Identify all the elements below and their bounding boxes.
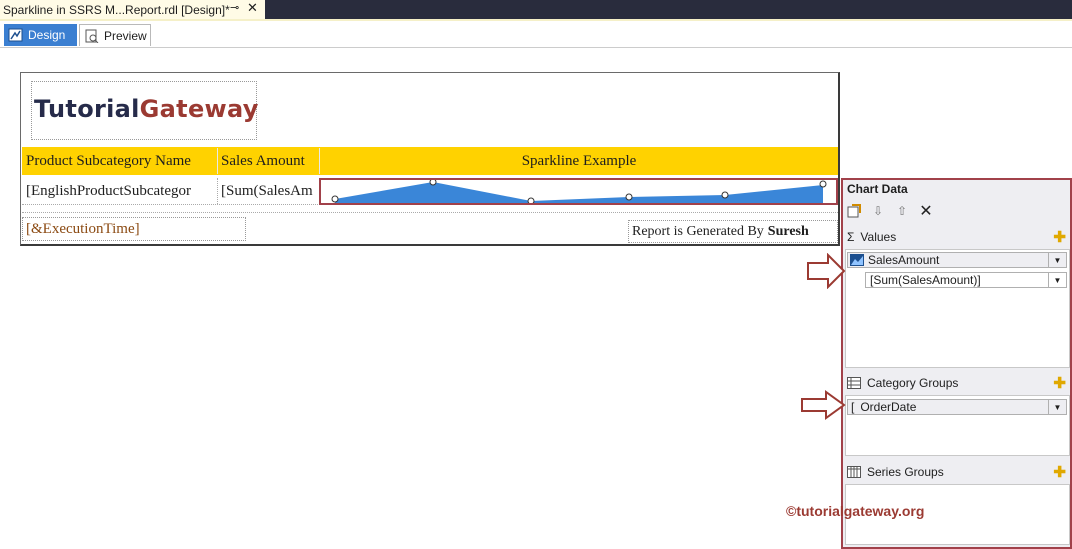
- design-icon: [8, 28, 23, 42]
- add-value-icon[interactable]: ✚: [1053, 228, 1066, 246]
- tab-design-label: Design: [28, 28, 66, 42]
- series-expression-dropdown[interactable]: [Sum(SalesAmount)] ▼: [865, 272, 1067, 288]
- move-up-icon[interactable]: ⇧: [894, 203, 910, 219]
- values-label: Values: [860, 230, 897, 244]
- right-arrow-icon: [807, 253, 846, 289]
- close-icon[interactable]: ✕: [247, 0, 258, 16]
- series-name: SalesAmount: [868, 253, 940, 267]
- series-expression: [Sum(SalesAmount)]: [870, 273, 981, 287]
- tutorial-gateway-logo: TutorialGateway: [34, 95, 259, 123]
- preview-icon: [85, 29, 99, 43]
- tab-design[interactable]: Design: [4, 24, 77, 46]
- area-chart-icon: [850, 254, 864, 266]
- generated-by-label: Report is Generated By: [632, 223, 764, 239]
- move-down-icon[interactable]: ⇩: [870, 203, 886, 219]
- tab-preview[interactable]: Preview: [79, 24, 151, 46]
- series-groups-label: Series Groups: [867, 465, 944, 479]
- chevron-down-icon[interactable]: ▼: [1048, 253, 1066, 267]
- document-tab[interactable]: Sparkline in SSRS M...Report.rdl [Design…: [0, 0, 265, 19]
- header-product-subcategory[interactable]: Product Subcategory Name: [24, 148, 218, 174]
- cell-product-subcategory[interactable]: [EnglishProductSubcategor: [24, 178, 218, 204]
- grid-icon: [847, 377, 861, 389]
- add-series-group-icon[interactable]: ✚: [1053, 463, 1066, 481]
- series-groups-header: Series Groups: [847, 465, 944, 479]
- category-groups-header: Category Groups: [847, 376, 958, 390]
- sparkline-point: [819, 180, 827, 188]
- cell-sales-amount[interactable]: [Sum(SalesAm: [219, 178, 319, 204]
- generated-by-name: Suresh: [767, 223, 809, 239]
- pin-icon[interactable]: ⊸: [230, 1, 239, 14]
- series-values-dropdown[interactable]: SalesAmount ▼: [847, 252, 1067, 268]
- sparkline-point: [331, 195, 339, 203]
- values-section-header: Σ Values: [847, 230, 1067, 244]
- watermark: ©tutorialgateway.org: [786, 503, 925, 519]
- row-separator: [22, 212, 838, 213]
- grid-columns-icon: [847, 466, 861, 478]
- chart-data-title: Chart Data: [847, 182, 908, 196]
- sparkline-chart: [331, 178, 827, 205]
- sparkline-point: [527, 197, 535, 205]
- sparkline-cell[interactable]: [319, 178, 838, 205]
- sigma-icon: Σ: [847, 230, 855, 244]
- chevron-down-icon[interactable]: ▼: [1048, 400, 1066, 414]
- right-arrow-icon: [801, 390, 846, 420]
- category-groups-label: Category Groups: [867, 376, 959, 390]
- sparkline-point: [625, 193, 633, 201]
- tab-preview-label: Preview: [104, 28, 147, 43]
- sparkline-point: [721, 191, 729, 199]
- document-tab-title: Sparkline in SSRS M...Report.rdl [Design…: [3, 2, 230, 17]
- execution-time-textbox[interactable]: [&ExecutionTime]: [22, 217, 246, 241]
- chevron-down-icon[interactable]: ▼: [1048, 273, 1066, 287]
- header-sparkline-example[interactable]: Sparkline Example: [321, 148, 837, 174]
- chart-data-toolbar: ⇩ ⇧ ✕: [846, 203, 934, 220]
- add-category-icon[interactable]: ✚: [1053, 374, 1066, 392]
- generated-by-textbox[interactable]: Report is Generated By Suresh: [628, 220, 838, 243]
- sparkline-point: [429, 178, 437, 186]
- group-bracket-icon: [: [851, 400, 855, 414]
- header-sales-amount[interactable]: Sales Amount: [219, 148, 320, 174]
- delete-icon[interactable]: ✕: [918, 203, 934, 220]
- category-group-dropdown[interactable]: [ OrderDate ▼: [847, 399, 1067, 415]
- category-group-name: OrderDate: [860, 400, 917, 414]
- view-tab-bar: Design Preview: [0, 21, 1072, 48]
- properties-icon[interactable]: [846, 203, 862, 219]
